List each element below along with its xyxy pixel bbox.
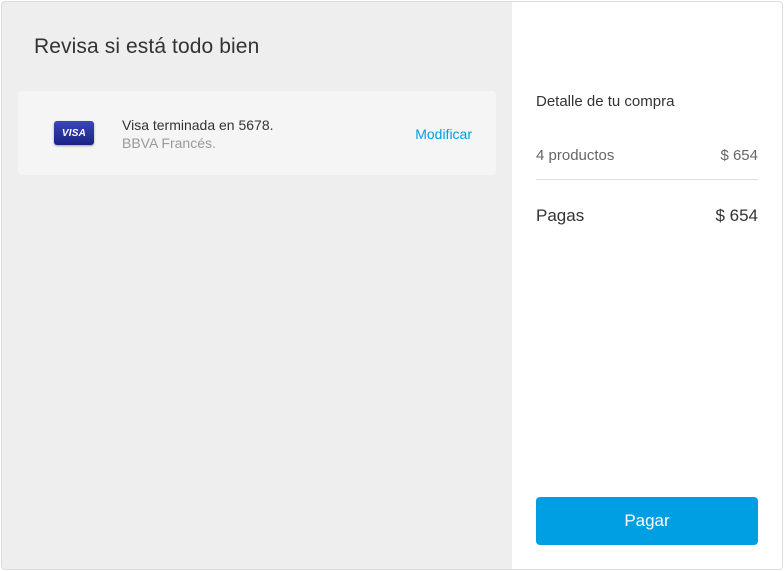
summary-divider (536, 179, 758, 180)
card-bank: BBVA Francés. (122, 135, 216, 151)
review-title: Revisa si está todo bien (34, 35, 260, 58)
visa-logo-icon: VISA (54, 121, 94, 145)
products-row: 4 productos $ 654 (536, 147, 758, 164)
products-label: 4 productos (536, 147, 615, 164)
summary-title: Detalle de tu compra (536, 93, 675, 110)
products-amount: $ 654 (720, 147, 758, 164)
payment-method-card: VISA Visa terminada en 5678. BBVA Francé… (18, 91, 496, 175)
review-panel: Revisa si está todo bien VISA Visa termi… (2, 2, 512, 569)
total-row: Pagas $ 654 (536, 206, 758, 226)
pay-button[interactable]: Pagar (536, 497, 758, 545)
modify-payment-link[interactable]: Modificar (415, 126, 472, 142)
checkout-window: Revisa si está todo bien VISA Visa termi… (1, 1, 783, 570)
card-description: Visa terminada en 5678. (122, 117, 274, 133)
summary-panel: Detalle de tu compra 4 productos $ 654 P… (512, 2, 782, 569)
total-amount: $ 654 (715, 206, 758, 225)
total-label: Pagas (536, 206, 585, 225)
